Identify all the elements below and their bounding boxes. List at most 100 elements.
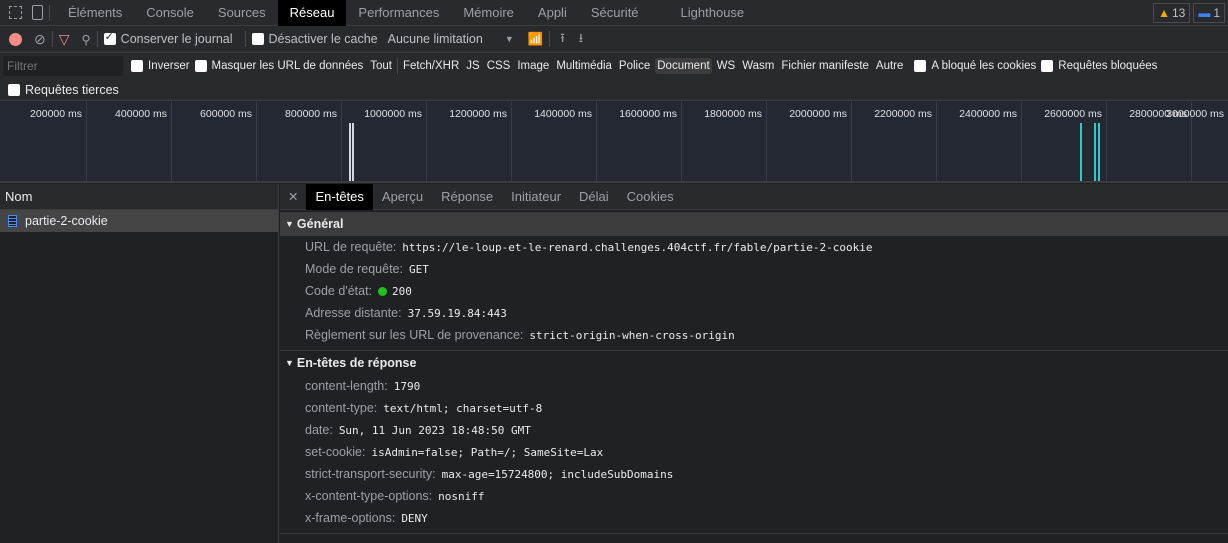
warnings-badge[interactable]: ▲ 13 [1153, 2, 1191, 23]
header-name: URL de requête: [305, 240, 397, 254]
search-icon[interactable]: ⚲ [82, 32, 91, 47]
tab-network[interactable]: Réseau [277, 0, 347, 26]
type-filter-fetch-xhr[interactable]: Fetch/XHR [401, 58, 461, 74]
tab-performance[interactable]: Performances [346, 0, 451, 26]
request-row[interactable]: partie-2-cookie [0, 210, 278, 232]
request-details: ✕ En-têtes Aperçu Réponse Initiateur Dél… [280, 183, 1228, 543]
label: Inverser [148, 60, 190, 72]
tab-memory[interactable]: Mémoire [451, 0, 526, 26]
checkbox[interactable] [251, 33, 264, 45]
general-section-header[interactable]: ▼ Général [280, 212, 1228, 236]
header-row: set-cookie: isAdmin=false; Path=/; SameSi… [280, 441, 1228, 463]
request-list: Nom partie-2-cookie [0, 184, 279, 543]
checkbox[interactable] [8, 83, 20, 96]
messages-count: 1 [1213, 5, 1220, 20]
third-party-checkbox[interactable]: Requêtes tierces [8, 83, 119, 97]
header-row: x-content-type-options: nosniff [280, 485, 1228, 507]
checkbox[interactable] [1041, 60, 1054, 72]
hide-data-urls-checkbox[interactable]: Masquer les URL de données [194, 60, 363, 72]
tab-initiator[interactable]: Initiateur [502, 184, 570, 210]
close-icon[interactable]: ✕ [280, 189, 306, 204]
response-headers-section-header[interactable]: ▼ En-têtes de réponse [280, 351, 1228, 375]
network-overview-timeline[interactable]: 200000 ms 400000 ms 600000 ms 800000 ms 1000… [0, 101, 1228, 183]
blocked-requests-checkbox[interactable]: Requêtes bloquées [1041, 60, 1157, 72]
header-row: content-type: text/html; charset=utf-8 [280, 397, 1228, 419]
tab-cookies[interactable]: Cookies [618, 184, 683, 210]
grid-line [256, 101, 257, 181]
invert-checkbox[interactable]: Inverser [131, 60, 190, 72]
request-marker [1094, 123, 1096, 181]
type-filter-media[interactable]: Multimédia [554, 58, 614, 74]
filter-icon[interactable]: ▽ [59, 31, 70, 48]
inspect-element-icon[interactable] [9, 6, 22, 19]
tab-console[interactable]: Console [134, 0, 206, 26]
response-headers-section: content-length: 1790 content-type: text/htm… [280, 375, 1228, 529]
type-filter-wasm[interactable]: Wasm [740, 58, 776, 74]
request-marker [352, 123, 354, 181]
header-value: strict-origin-when-cross-origin [529, 328, 735, 342]
record-button[interactable] [9, 32, 22, 46]
type-filter-js[interactable]: JS [464, 58, 481, 74]
header-row: Adresse distante: 37.59.19.84:443 [280, 302, 1228, 324]
label: Requêtes bloquées [1058, 60, 1158, 72]
throttling-select[interactable]: Aucune limitation ▼ [388, 32, 514, 46]
type-filter-other[interactable]: Autre [874, 58, 906, 74]
header-row: x-frame-options: DENY [280, 507, 1228, 529]
checkbox[interactable] [914, 60, 927, 72]
type-filter-css[interactable]: CSS [485, 58, 513, 74]
tab-preview[interactable]: Aperçu [373, 184, 432, 210]
header-row: URL de requête: https://le-loup-et-le-ren… [280, 236, 1228, 258]
header-name: Mode de requête: [305, 262, 403, 276]
grid-line [341, 101, 342, 181]
header-name: content-type: [305, 401, 378, 415]
blocked-cookies-checkbox[interactable]: A bloqué les cookies [914, 60, 1036, 72]
checkbox[interactable] [103, 30, 116, 45]
grid-line [1106, 101, 1107, 181]
divider [397, 58, 399, 74]
status-ok-icon [378, 286, 388, 296]
request-name: partie-2-cookie [25, 214, 108, 228]
export-har-icon[interactable]: ⭳ [579, 29, 583, 50]
tick-label: 3000000 ms [1166, 108, 1224, 120]
header-row: strict-transport-security: max-age=157248… [280, 463, 1228, 485]
messages-badge[interactable]: ▬ 1 [1193, 2, 1225, 23]
tick-label: 1400000 ms [534, 108, 592, 120]
tab-lighthouse[interactable]: Lighthouse [669, 0, 757, 26]
request-marker [1080, 123, 1082, 181]
request-marker [349, 123, 351, 181]
tab-security[interactable]: Sécurité [579, 0, 651, 26]
filter-input[interactable] [3, 56, 123, 76]
request-marker [1098, 123, 1100, 181]
tab-response[interactable]: Réponse [432, 184, 502, 210]
tab-sources[interactable]: Sources [206, 0, 278, 26]
import-har-icon[interactable]: ⭱ [560, 29, 564, 50]
type-filter-image[interactable]: Image [515, 58, 551, 74]
disable-cache-checkbox[interactable]: Désactiver le cache [251, 32, 378, 46]
divider [96, 31, 98, 47]
preserve-log-checkbox[interactable]: Conserver le journal [103, 30, 233, 46]
column-header-name[interactable]: Nom [0, 184, 278, 210]
grid-line [171, 101, 172, 181]
type-filter-document[interactable]: Document [655, 58, 712, 74]
filter-bar-row-2: Requêtes tierces [0, 79, 1228, 101]
tab-headers[interactable]: En-têtes [306, 183, 373, 210]
network-conditions-icon[interactable]: 📶 [528, 32, 544, 47]
tick-label: 200000 ms [30, 108, 82, 120]
divider [244, 31, 246, 47]
tab-timing[interactable]: Délai [570, 184, 618, 210]
type-filter-ws[interactable]: WS [715, 58, 738, 74]
tick-label: 2400000 ms [959, 108, 1017, 120]
type-filter-all[interactable]: Tout [368, 58, 394, 74]
type-filter-manifest[interactable]: Fichier manifeste [779, 58, 871, 74]
triangle-down-icon: ▼ [285, 219, 294, 229]
clear-icon[interactable]: ⊘ [34, 31, 46, 48]
checkbox[interactable] [194, 60, 207, 72]
grid-line [1021, 101, 1022, 181]
type-filter-font[interactable]: Police [617, 58, 652, 74]
tab-elements[interactable]: Éléments [56, 0, 134, 26]
throttling-value: Aucune limitation [387, 32, 483, 46]
filter-bar: Inverser Masquer les URL de données Tout… [0, 53, 1228, 79]
tab-application[interactable]: Appli [526, 0, 579, 26]
device-toolbar-icon[interactable] [32, 5, 43, 20]
checkbox[interactable] [131, 60, 143, 72]
